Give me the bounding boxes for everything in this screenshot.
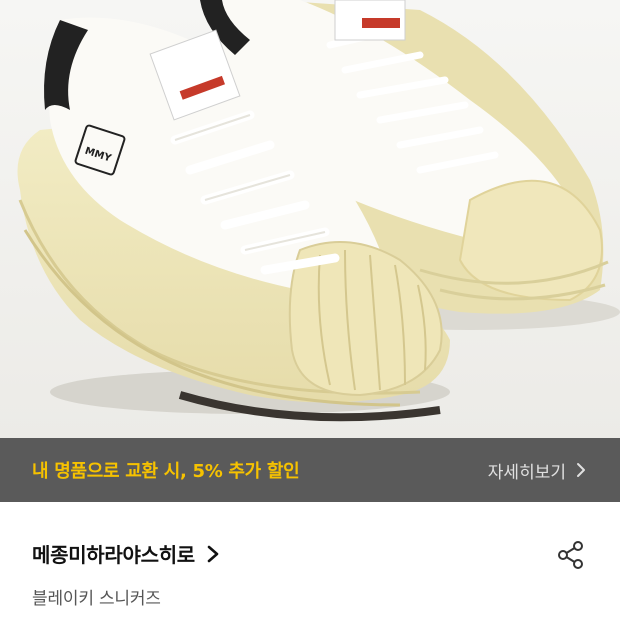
promo-text: 내 명품으로 교환 시, 5% 추가 할인: [32, 461, 300, 482]
product-info: 메종미하라야스히로 블레이키 스니커즈: [0, 502, 620, 620]
brand-link[interactable]: 메종미하라야스히로: [32, 539, 219, 568]
chevron-right-icon: [577, 463, 585, 477]
chevron-right-icon: [207, 545, 219, 562]
brand-name: 메종미하라야스히로: [32, 543, 195, 567]
details-link[interactable]: 자세히보기: [488, 458, 586, 483]
product-name: 블레이키 스니커즈: [32, 589, 161, 609]
product-image[interactable]: MMY: [0, 0, 620, 438]
share-icon[interactable]: [556, 540, 586, 570]
sneaker-illustration: MMY: [0, 0, 620, 438]
details-link-label: 자세히보기: [487, 462, 566, 483]
promo-banner[interactable]: 내 명품으로 교환 시, 5% 추가 할인 자세히보기: [0, 438, 620, 502]
